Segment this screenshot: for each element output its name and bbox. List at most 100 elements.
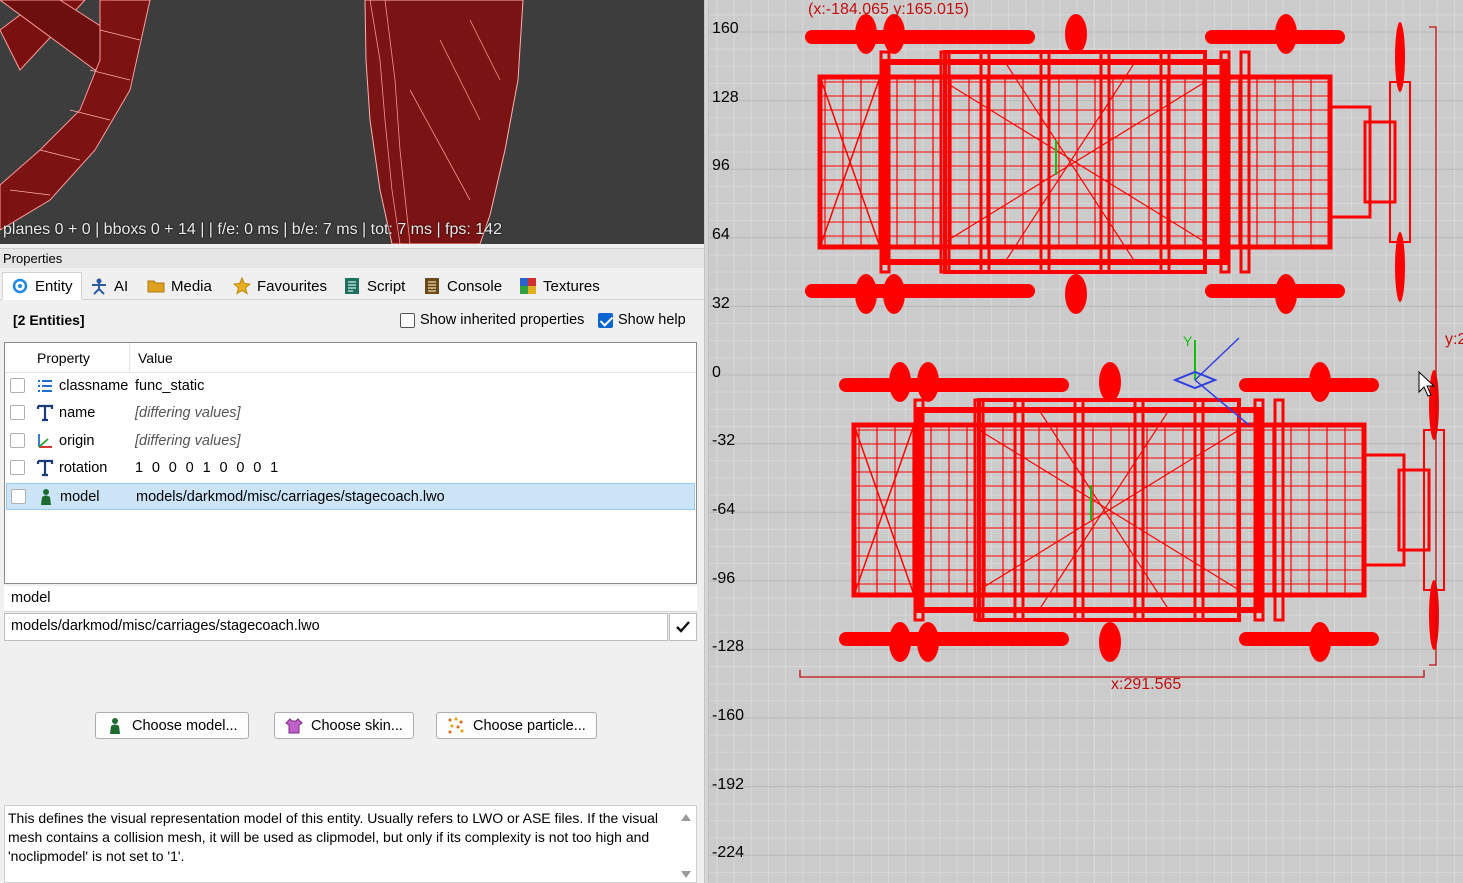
- y-axis-label: -160: [712, 707, 745, 724]
- y-axis-label: -64: [712, 500, 736, 518]
- row-checkbox[interactable]: [10, 433, 25, 448]
- tab-favourites-label: Favourites: [257, 277, 328, 295]
- property-key: classname: [59, 378, 129, 394]
- row-checkbox[interactable]: [10, 460, 25, 475]
- text-icon: [36, 404, 54, 422]
- tab-favourites[interactable]: Favourites: [225, 272, 335, 300]
- column-header-property[interactable]: Property: [37, 350, 90, 366]
- choose-model-button[interactable]: Choose model...: [95, 712, 249, 739]
- y-axis-label: 96: [712, 157, 730, 175]
- camera-viewport[interactable]: planes 0 + 0 | bboxs 0 + 14 | | f/e: 0 m…: [0, 0, 704, 244]
- choose-skin-label: Choose skin...: [311, 717, 403, 734]
- selection-count-label: [2 Entities]: [13, 312, 85, 328]
- console-icon: [425, 278, 439, 294]
- tab-console[interactable]: Console: [415, 272, 510, 300]
- svg-text:Y: Y: [1183, 333, 1193, 349]
- property-table: Property Value classname func_static nam…: [4, 342, 697, 584]
- y-axis-label: 64: [712, 226, 730, 244]
- property-key: origin: [59, 433, 95, 449]
- ai-icon: [92, 278, 106, 295]
- property-row-rotation[interactable]: rotation 1 0 0 0 1 0 0 0 1: [6, 455, 695, 482]
- help-scrollbar[interactable]: [676, 806, 696, 882]
- scroll-up-arrow-icon[interactable]: [681, 814, 691, 821]
- property-value: 1 0 0 0 1 0 0 0 1: [135, 460, 281, 476]
- property-row-model[interactable]: model models/darkmod/misc/carriages/stag…: [6, 483, 695, 510]
- text-icon: [36, 459, 54, 477]
- property-key: rotation: [59, 460, 108, 476]
- property-value: models/darkmod/misc/carriages/stagecoach…: [136, 489, 445, 505]
- choose-skin-button[interactable]: Choose skin...: [274, 712, 414, 739]
- particle-icon: [448, 717, 464, 733]
- property-row-classname[interactable]: classname func_static: [6, 373, 695, 400]
- y-axis-label: -96: [712, 569, 736, 587]
- show-help-label: Show help: [618, 312, 686, 328]
- property-value: [differing values]: [135, 405, 241, 421]
- choose-particle-button[interactable]: Choose particle...: [436, 712, 597, 739]
- properties-tab-bar: Entity AI Media Favourites Script Consol…: [0, 270, 704, 300]
- show-inherited-label: Show inherited properties: [420, 312, 585, 328]
- tab-entity-label: Entity: [35, 277, 73, 295]
- y-axis-label: 160: [712, 20, 739, 37]
- folder-icon: [147, 280, 165, 293]
- property-row-name[interactable]: name [differing values]: [6, 400, 695, 427]
- property-value: [differing values]: [135, 433, 241, 449]
- camera-wireframe-render: [0, 0, 524, 244]
- model-icon: [110, 717, 120, 734]
- property-key: model: [60, 489, 100, 505]
- tab-ai-label: AI: [114, 277, 129, 295]
- tab-console-label: Console: [447, 277, 503, 295]
- apply-value-button[interactable]: [669, 613, 697, 641]
- skin-icon: [285, 717, 303, 733]
- y-axis-label: 128: [712, 88, 739, 106]
- tab-entity[interactable]: Entity: [2, 272, 82, 300]
- y-axis-label: -32: [712, 432, 736, 450]
- property-value: func_static: [135, 378, 205, 394]
- column-header-value[interactable]: Value: [138, 350, 173, 366]
- entity-icon: [12, 278, 28, 294]
- choose-model-label: Choose model...: [132, 717, 238, 734]
- app-window: planes 0 + 0 | bboxs 0 + 14 | | f/e: 0 m…: [0, 0, 1463, 883]
- list-icon: [38, 380, 52, 392]
- star-icon: [233, 277, 251, 295]
- stagecoach-wireframe: [805, 14, 1411, 314]
- tab-ai[interactable]: AI: [82, 272, 136, 300]
- ortho-viewport[interactable]: Y (x:-184.065 y:165.015) 160 128 96 64 32 0 -3…: [709, 0, 1463, 883]
- choose-particle-label: Choose particle...: [473, 717, 586, 734]
- tab-script[interactable]: Script: [335, 272, 413, 300]
- property-key-field[interactable]: model: [4, 586, 697, 612]
- selection-size-x: x:291.565: [1111, 676, 1182, 693]
- row-checkbox[interactable]: [11, 489, 26, 504]
- properties-title: Properties: [0, 248, 704, 268]
- property-table-header: Property Value: [5, 343, 696, 373]
- entity-inspector: [2 Entities] Show inherited properties S…: [0, 300, 704, 883]
- show-inherited-box[interactable]: [400, 312, 415, 328]
- textures-icon: [520, 278, 536, 294]
- ortho-grid-render: Y: [709, 0, 1463, 883]
- show-help-checkbox[interactable]: Show help: [598, 312, 686, 328]
- y-axis-label: -192: [712, 775, 745, 793]
- selection-size-y: y:2: [1445, 331, 1463, 348]
- y-axis-label: 32: [712, 294, 730, 312]
- column-divider[interactable]: [129, 343, 130, 373]
- tab-script-label: Script: [367, 277, 406, 295]
- y-axis-label: -224: [712, 844, 745, 862]
- show-inherited-checkbox[interactable]: Show inherited properties: [400, 312, 584, 328]
- property-row-origin[interactable]: origin [differing values]: [6, 428, 695, 455]
- scroll-down-arrow-icon[interactable]: [681, 871, 691, 878]
- y-axis-label: -128: [712, 638, 745, 656]
- property-key: name: [59, 405, 96, 421]
- model-icon: [41, 489, 51, 505]
- row-checkbox[interactable]: [10, 405, 25, 420]
- property-value-input[interactable]: models/darkmod/misc/carriages/stagecoach…: [4, 613, 668, 641]
- render-stats-text: planes 0 + 0 | bboxs 0 + 14 | | f/e: 0 m…: [3, 221, 502, 238]
- axes-icon: [38, 434, 52, 448]
- tab-textures[interactable]: Textures: [511, 272, 608, 300]
- row-checkbox[interactable]: [10, 378, 25, 393]
- property-help-text: This defines the visual representation m…: [4, 805, 697, 883]
- help-text: This defines the visual representation m…: [8, 810, 658, 864]
- show-help-box[interactable]: [598, 312, 613, 328]
- tab-media[interactable]: Media: [139, 272, 220, 300]
- tab-textures-label: Textures: [543, 277, 600, 295]
- y-axis-label: 0: [712, 363, 721, 381]
- script-icon: [345, 278, 359, 294]
